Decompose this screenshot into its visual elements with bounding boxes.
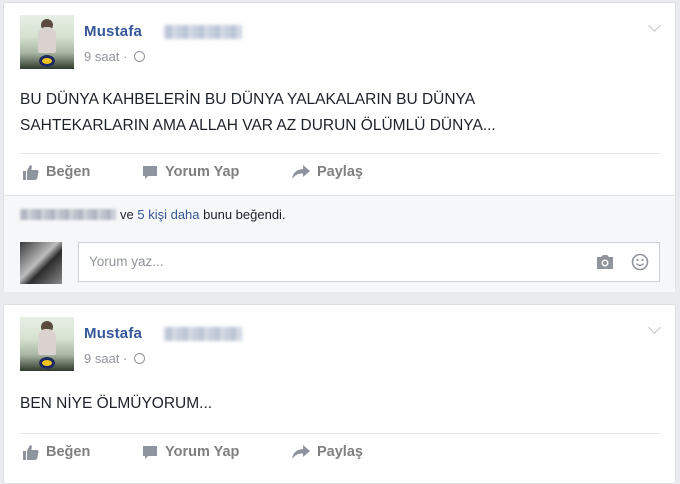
likes-others-link[interactable]: 5 kişi daha xyxy=(137,207,199,222)
comment-placeholder: Yorum yaz... xyxy=(89,254,164,269)
globe-icon[interactable] xyxy=(134,353,146,364)
post-time[interactable]: 9 saat xyxy=(84,49,119,64)
likes-summary: ve 5 kişi daha bunu beğendi. xyxy=(20,207,286,222)
comment-label: Yorum Yap xyxy=(165,164,240,180)
feed-post: Mustafa 9 saat · BU DÜNYA KAHBELERİN BU … xyxy=(3,2,676,292)
viewer-avatar[interactable] xyxy=(20,242,62,284)
like-label: Beğen xyxy=(46,444,91,460)
meta-separator: · xyxy=(123,351,128,366)
like-button[interactable]: Beğen xyxy=(22,164,90,180)
share-button[interactable]: Paylaş xyxy=(292,444,363,460)
share-label: Paylaş xyxy=(317,444,363,460)
comment-button[interactable]: Yorum Yap xyxy=(142,164,239,180)
globe-icon[interactable] xyxy=(134,51,146,62)
share-button[interactable]: Paylaş xyxy=(292,164,363,180)
liker-name-blurred[interactable] xyxy=(20,209,116,220)
comment-label: Yorum Yap xyxy=(165,444,240,460)
share-arrow-icon xyxy=(292,165,310,179)
author-surname-blurred xyxy=(164,25,242,39)
post-text: BU DÜNYA KAHBELERİN BU DÜNYA YALAKALARIN… xyxy=(20,91,496,134)
author-avatar[interactable] xyxy=(20,317,74,371)
avatar-figure xyxy=(38,27,56,53)
author-surname-blurred xyxy=(164,327,242,341)
comment-composer: Yorum yaz... xyxy=(20,242,660,284)
share-label: Paylaş xyxy=(317,164,363,180)
like-button[interactable]: Beğen xyxy=(22,444,90,460)
avatar-figure xyxy=(38,329,56,355)
comment-icon xyxy=(143,445,157,459)
post-text: BEN NİYE ÖLMÜYORUM... xyxy=(20,395,213,412)
thumbs-up-icon xyxy=(23,444,39,460)
post-meta: 9 saat · xyxy=(84,351,146,366)
share-arrow-icon xyxy=(292,445,310,459)
likes-suffix: bunu beğendi. xyxy=(203,207,286,222)
post-actions: Beğen Yorum Yap Paylaş xyxy=(20,153,660,192)
post-meta: 9 saat · xyxy=(84,49,146,64)
post-header: Mustafa 9 saat · xyxy=(20,317,660,373)
post-actions: Beğen Yorum Yap Paylaş xyxy=(20,433,660,472)
post-time[interactable]: 9 saat xyxy=(84,351,119,366)
author-avatar[interactable] xyxy=(20,15,74,69)
author-name[interactable]: Mustafa xyxy=(84,23,142,40)
avatar-badge xyxy=(39,55,55,67)
thumbs-up-icon xyxy=(23,164,39,180)
comment-button[interactable]: Yorum Yap xyxy=(142,444,239,460)
author-name[interactable]: Mustafa xyxy=(84,325,142,342)
meta-separator: · xyxy=(123,49,128,64)
camera-icon[interactable] xyxy=(595,254,615,270)
comment-icon xyxy=(143,165,157,179)
feed-post: Mustafa 9 saat · BEN NİYE ÖLMÜYORUM... B… xyxy=(3,304,676,484)
like-label: Beğen xyxy=(46,164,91,180)
comment-input[interactable]: Yorum yaz... xyxy=(78,242,660,282)
post-header: Mustafa 9 saat · xyxy=(20,15,660,71)
likes-middle: ve xyxy=(120,207,134,222)
avatar-badge xyxy=(39,357,55,369)
likes-and-comments: ve 5 kişi daha bunu beğendi. Yorum yaz..… xyxy=(4,195,675,292)
smiley-icon[interactable] xyxy=(631,253,649,271)
